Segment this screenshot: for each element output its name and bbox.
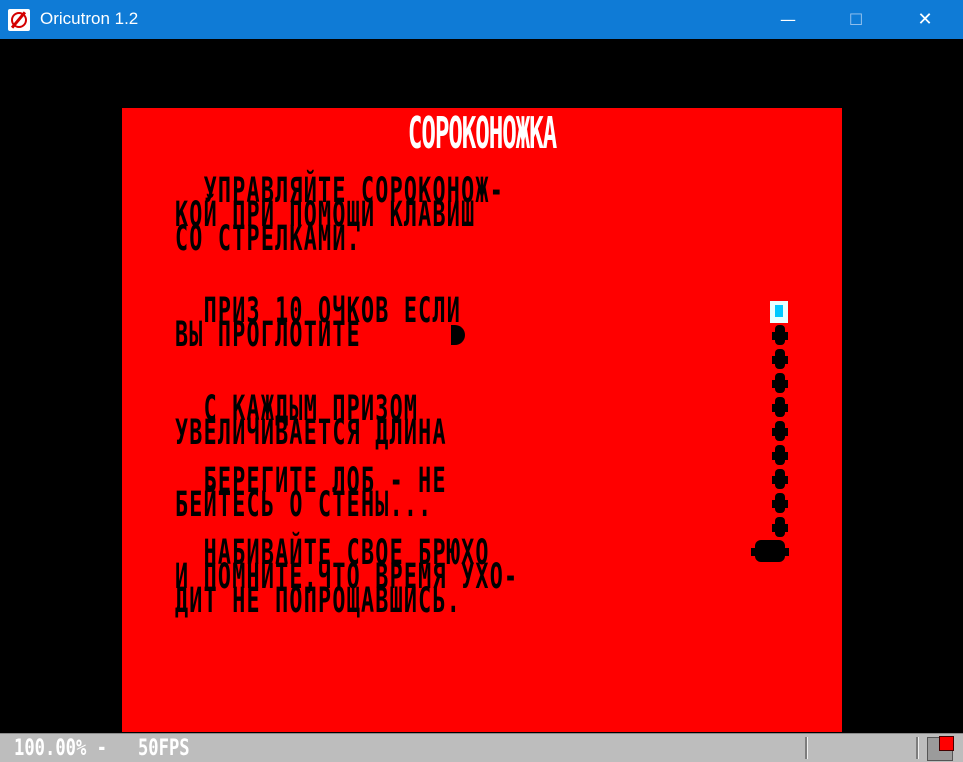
instruction-line: СО СТРЕЛКАМИ. [175,219,361,259]
disk-activity-icon [927,736,954,761]
maximize-button[interactable]: ☐ [833,0,879,39]
disk-led-icon [939,736,954,751]
status-divider [916,737,919,759]
centipede-head-icon [770,301,788,323]
oricutron-logo-icon [8,9,30,31]
speed-fps-readout: 100.00% - 50FPS [14,736,190,761]
status-bar: 100.00% - 50FPS [0,733,963,762]
centipede-segment-icon [772,325,788,345]
instruction-line: ДИТ НЕ ПОПРОЩАВШИСЬ. [175,581,462,621]
game-title: СОРОКОНОЖКА [407,108,557,159]
centipede-segment-icon [772,397,788,417]
centipede-segment-icon [772,349,788,369]
centipede-tail-icon [751,540,789,562]
status-divider [805,737,808,759]
centipede-segment-icon [772,517,788,537]
centipede-segment-icon [772,493,788,513]
instruction-line: ВЫ ПРОГЛОТИТЕ [175,315,361,355]
emulator-screen[interactable]: СОРОКОНОЖКА УПРАВЛЯЙТЕ СОРОКОНОЖ- КОЙ ПР… [122,108,842,732]
prize-icon [449,323,467,347]
minimize-button[interactable]: — [765,0,811,39]
window-title: Oricutron 1.2 [40,9,139,28]
instruction-line: УВЕЛИЧИВАЕТСЯ ДЛИНА [175,413,447,453]
centipede-segment-icon [772,373,788,393]
instruction-line: БЕЙТЕСЬ О СТЕНЫ... [175,485,433,525]
centipede-segment-icon [772,421,788,441]
centipede-segment-icon [772,445,788,465]
centipede-segment-icon [772,469,788,489]
emulator-window: Oricutron 1.2 — ☐ ✕ СОРОКОНОЖКА УПРАВЛЯЙ… [0,0,963,762]
title-bar[interactable]: Oricutron 1.2 — ☐ ✕ [0,0,963,39]
close-button[interactable]: ✕ [902,0,948,39]
